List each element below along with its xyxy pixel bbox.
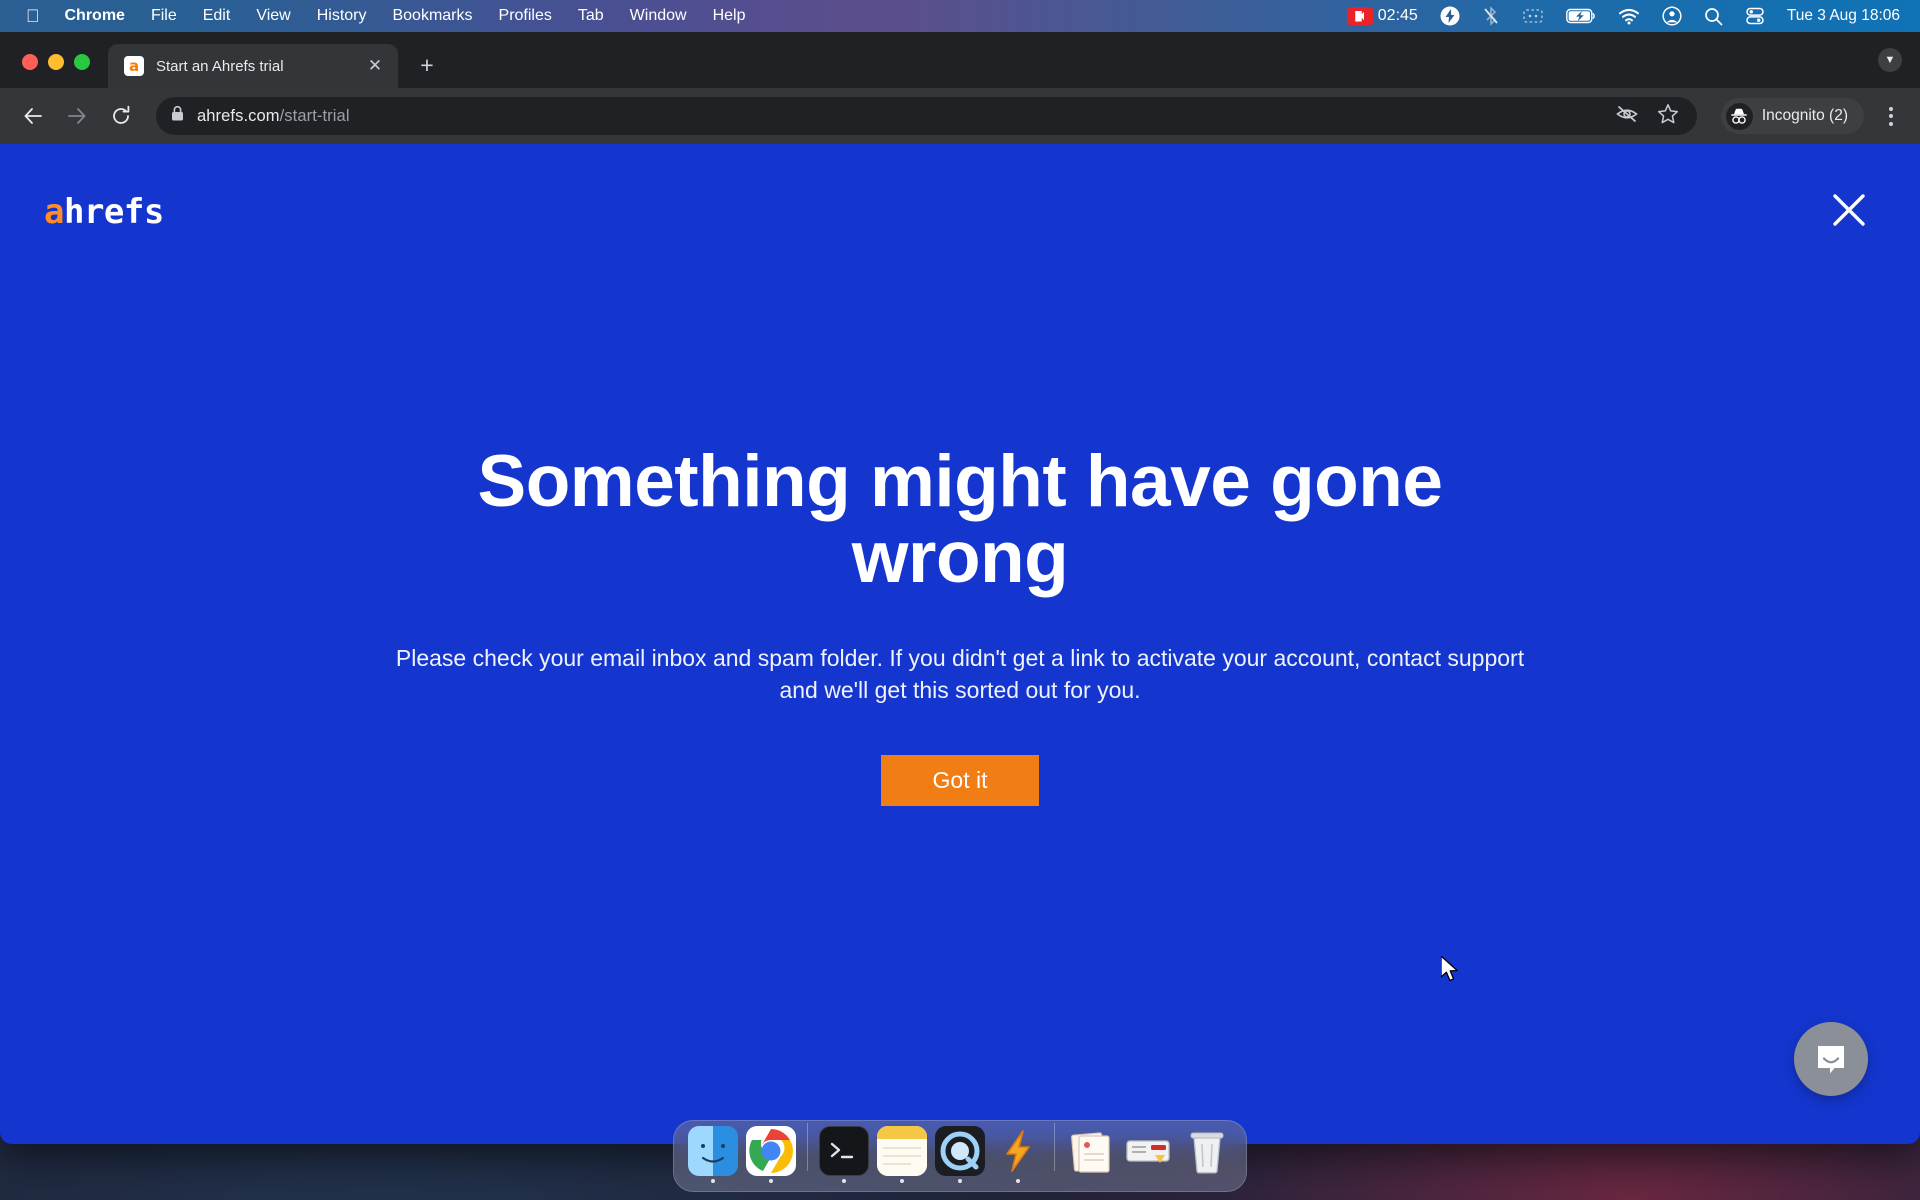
back-arrow-icon[interactable] xyxy=(14,97,52,135)
browser-toolbar: ahrefs.com/start-trial Incognito (2) xyxy=(0,88,1920,144)
quicktime-icon xyxy=(935,1126,985,1176)
mouse-cursor xyxy=(1440,955,1463,991)
apple-logo-icon[interactable]:  xyxy=(14,0,52,32)
browser-tab-strip: a Start an Ahrefs trial ✕ + ▼ xyxy=(0,32,1920,88)
modal-close-button[interactable] xyxy=(1827,188,1871,232)
chrome-browser-window: a Start an Ahrefs trial ✕ + ▼ ahrefs.com… xyxy=(0,32,1920,1144)
menu-item-file[interactable]: File xyxy=(138,0,190,32)
window-maximize-button[interactable] xyxy=(74,54,90,70)
running-indicator xyxy=(900,1179,904,1183)
menu-item-view[interactable]: View xyxy=(243,0,303,32)
kebab-menu-icon[interactable] xyxy=(1876,97,1906,135)
dock-separator xyxy=(1054,1123,1055,1171)
omnibox-actions xyxy=(1615,103,1683,129)
dock-item-terminal[interactable] xyxy=(815,1126,873,1183)
bolt-icon[interactable] xyxy=(1429,6,1471,26)
address-bar[interactable]: ahrefs.com/start-trial xyxy=(156,97,1697,135)
macos-menu-bar:  Chrome File Edit View History Bookmark… xyxy=(0,0,1920,32)
window-traffic-lights xyxy=(0,54,108,88)
wifi-icon[interactable] xyxy=(1607,8,1651,25)
eye-slash-icon[interactable] xyxy=(1615,104,1639,129)
new-tab-button[interactable]: + xyxy=(410,48,444,82)
forward-arrow-icon[interactable] xyxy=(58,97,96,135)
dock-item-quicktime[interactable] xyxy=(931,1126,989,1183)
url-path: /start-trial xyxy=(279,106,350,125)
address-bar-url: ahrefs.com/start-trial xyxy=(197,107,350,126)
control-center-icon[interactable] xyxy=(1734,7,1776,25)
running-indicator xyxy=(958,1179,962,1183)
menu-item-history[interactable]: History xyxy=(304,0,380,32)
menu-bar-left:  Chrome File Edit View History Bookmark… xyxy=(0,0,758,32)
reload-icon[interactable] xyxy=(102,97,140,135)
ahrefs-page-content: ahrefs Something might have gone wrong P… xyxy=(0,144,1920,1144)
dock-separator xyxy=(807,1123,808,1171)
running-indicator xyxy=(1205,1179,1209,1183)
menu-bar-status-area: 02:45 Tue 3 Aug 18:06 xyxy=(1336,0,1920,32)
bolt-app-icon xyxy=(993,1126,1043,1176)
spotlight-search-icon[interactable] xyxy=(1693,7,1734,26)
menu-item-window[interactable]: Window xyxy=(617,0,700,32)
menu-bar-clock[interactable]: Tue 3 Aug 18:06 xyxy=(1776,0,1904,32)
page-headline: Something might have gone wrong xyxy=(477,441,1443,598)
macos-dock xyxy=(673,1120,1247,1192)
menu-item-edit[interactable]: Edit xyxy=(190,0,244,32)
bluetooth-off-icon[interactable] xyxy=(1471,6,1511,26)
window-minimize-button[interactable] xyxy=(48,54,64,70)
running-indicator xyxy=(711,1179,715,1183)
logo-text: hrefs xyxy=(63,192,164,232)
running-indicator xyxy=(842,1179,846,1183)
finder-icon xyxy=(688,1126,738,1176)
profile-label: Incognito (2) xyxy=(1761,107,1848,124)
chat-bubble-icon[interactable] xyxy=(1794,1022,1868,1096)
got-it-button[interactable]: Got it xyxy=(880,755,1040,807)
screen-recording-indicator[interactable]: 02:45 xyxy=(1336,0,1429,32)
dock-item-documents-stack[interactable] xyxy=(1062,1126,1120,1183)
incognito-avatar-icon xyxy=(1725,102,1753,130)
running-indicator xyxy=(769,1179,773,1183)
menu-item-chrome[interactable]: Chrome xyxy=(52,0,138,32)
lock-icon[interactable] xyxy=(170,105,185,127)
window-close-button[interactable] xyxy=(22,54,38,70)
menu-item-tab[interactable]: Tab xyxy=(565,0,617,32)
ticket-tool-icon xyxy=(1124,1126,1174,1176)
dock-item-trash[interactable] xyxy=(1178,1126,1236,1183)
message-block: Something might have gone wrong Please c… xyxy=(0,441,1920,807)
chevron-down-icon[interactable]: ▼ xyxy=(1878,48,1902,72)
screen-recording-icon xyxy=(1346,7,1373,25)
profile-incognito-button[interactable]: Incognito (2) xyxy=(1720,98,1864,134)
dock-item-ticket-tool[interactable] xyxy=(1120,1126,1178,1183)
dock-item-finder[interactable] xyxy=(684,1126,742,1183)
running-indicator xyxy=(1089,1179,1093,1183)
chrome-icon xyxy=(746,1126,796,1176)
logo-accent-letter: a xyxy=(44,192,64,232)
recording-timer: 02:45 xyxy=(1377,7,1418,24)
page-subtext: Please check your email inbox and spam f… xyxy=(395,644,1525,704)
menu-item-bookmarks[interactable]: Bookmarks xyxy=(379,0,485,32)
documents-stack-icon xyxy=(1066,1126,1116,1176)
ahrefs-favicon-icon: a xyxy=(124,56,144,76)
stickies-notes-icon xyxy=(877,1126,927,1176)
menu-item-profiles[interactable]: Profiles xyxy=(486,0,565,32)
running-indicator xyxy=(1147,1179,1151,1183)
menu-item-help[interactable]: Help xyxy=(700,0,759,32)
tab-title: Start an Ahrefs trial xyxy=(156,57,284,75)
dock-item-bolt-app[interactable] xyxy=(989,1126,1047,1183)
battery-charging-icon[interactable] xyxy=(1555,8,1607,24)
browser-tab-start-an-ahrefs-trial[interactable]: a Start an Ahrefs trial ✕ xyxy=(108,44,398,88)
star-bookmark-icon[interactable] xyxy=(1657,103,1679,129)
dock-item-chrome[interactable] xyxy=(742,1126,800,1183)
tab-close-icon[interactable]: ✕ xyxy=(364,55,386,77)
running-indicator xyxy=(1016,1179,1020,1183)
url-domain: ahrefs.com xyxy=(197,106,280,125)
ahrefs-logo[interactable]: ahrefs xyxy=(44,192,164,232)
trash-icon xyxy=(1182,1126,1232,1176)
display-icon[interactable] xyxy=(1511,7,1555,25)
dock-item-stickies[interactable] xyxy=(873,1126,931,1183)
terminal-icon xyxy=(819,1126,869,1176)
user-account-icon[interactable] xyxy=(1651,6,1693,26)
tab-search-area: ▼ xyxy=(1878,48,1920,88)
